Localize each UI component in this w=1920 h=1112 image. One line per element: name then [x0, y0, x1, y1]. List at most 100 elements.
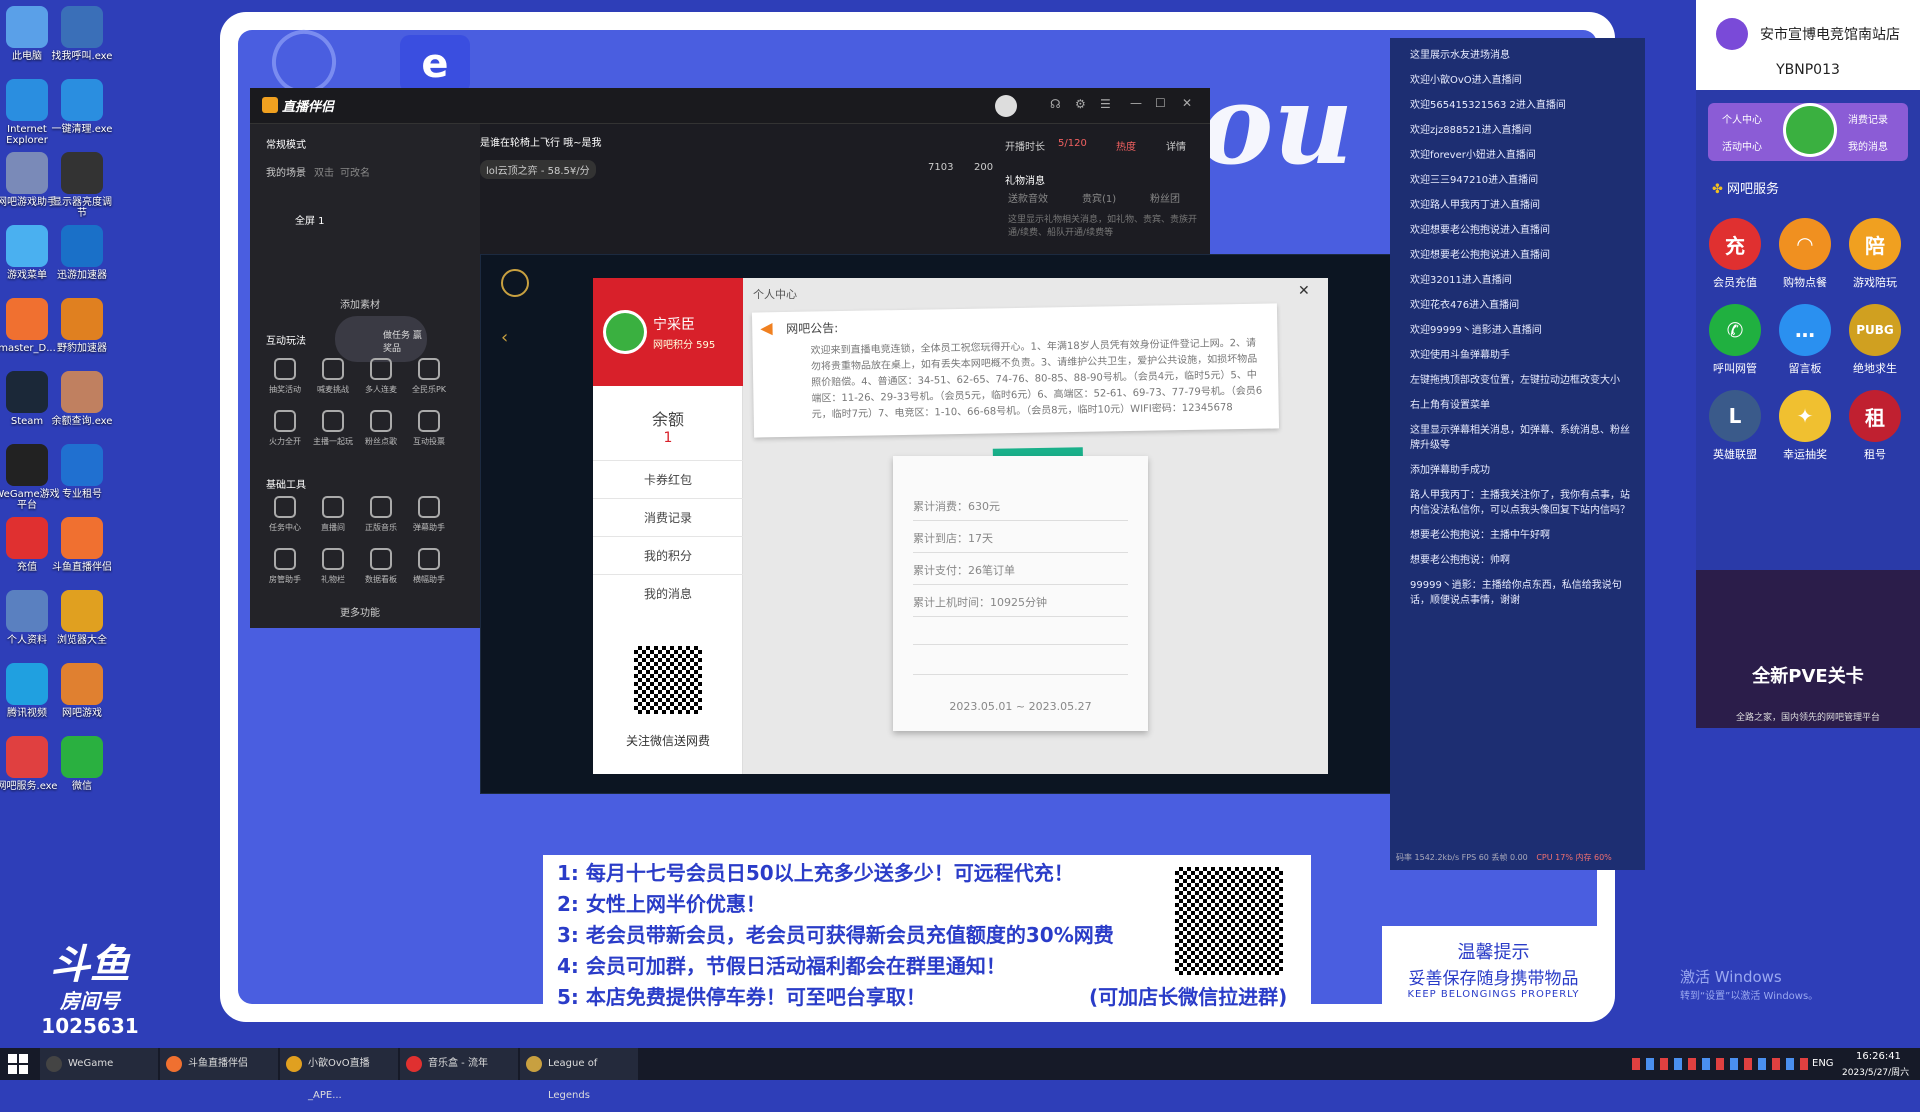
service-phone[interactable]: ✆ 呼叫网管 — [1702, 304, 1768, 376]
close-icon[interactable]: ✕ — [1298, 283, 1310, 299]
desktop-icon-label: 一键清理.exe — [51, 124, 113, 135]
headset-icon[interactable]: ☊ — [1050, 97, 1061, 111]
tool-button[interactable]: 互动投票 — [406, 410, 452, 447]
mode-select[interactable]: 常规模式 — [266, 136, 306, 151]
desktop-icon[interactable]: 微信 — [49, 736, 115, 792]
desktop-icon-label: 专业租号 — [62, 489, 102, 500]
chat-message: 路人甲我丙丁：主播我关注你了，我你有点事，站内信没法私信你，可以点我头像回复下站… — [1410, 490, 1630, 516]
menu-consumption[interactable]: 消费记录 — [593, 498, 743, 536]
category-text[interactable]: lol云顶之弈 - 58.5¥/分 — [480, 160, 596, 179]
service-recharge[interactable]: 充会员充值 — [1702, 218, 1768, 290]
tool-button[interactable]: 多人连麦 — [358, 358, 404, 395]
service-shopping[interactable]: ◠ 购物点餐 — [1772, 218, 1838, 290]
maximize-icon[interactable]: ☐ — [1155, 96, 1166, 110]
tool-button[interactable]: 全民乐PK — [406, 358, 452, 395]
minimize-icon[interactable]: — — [1130, 96, 1142, 110]
frog-icon — [1786, 106, 1834, 154]
gift-tab-2[interactable]: 贵宾(1) — [1082, 190, 1116, 205]
wechat-note: (可加店长微信拉进群) — [1089, 985, 1288, 1009]
video-icon — [6, 663, 48, 705]
tool-button[interactable]: 抽奖活动 — [262, 358, 308, 395]
tool-button[interactable]: 主播一起玩 — [310, 410, 356, 447]
service-lol[interactable]: L 英雄联盟 — [1702, 390, 1768, 462]
task-badge[interactable]: 做任务 赢奖品 — [335, 316, 427, 362]
clock-date[interactable]: 2023/5/27/周六 — [1842, 1065, 1909, 1078]
card-messages[interactable]: 我的消息 — [1848, 138, 1888, 153]
tool-button[interactable]: 礼物栏 — [310, 548, 356, 585]
service-rent[interactable]: 租租号 — [1842, 390, 1908, 462]
leopard-icon — [61, 298, 103, 340]
more-functions-link[interactable]: 更多功能 — [340, 604, 380, 619]
desktop-icon[interactable]: 找我呼叫.exe — [49, 6, 115, 62]
desktop-icon[interactable]: 一键清理.exe — [49, 79, 115, 135]
close-icon[interactable]: ✕ — [1182, 96, 1192, 110]
card-consumption[interactable]: 消费记录 — [1848, 111, 1888, 126]
tool-button[interactable]: 直播间 — [310, 496, 356, 533]
gift-tab-1[interactable]: 送款音效 — [1008, 190, 1048, 205]
tool-icon — [274, 410, 296, 432]
desktop-icon[interactable]: 浏览器大全 — [49, 590, 115, 646]
card-personal[interactable]: 个人中心 — [1722, 111, 1762, 126]
menu-points[interactable]: 我的积分 — [593, 536, 743, 574]
desktop-icon-label: 迅游加速器 — [57, 270, 107, 281]
stream-title-text[interactable]: 是谁在轮椅上飞行 哦~是我 — [480, 134, 602, 149]
stream-titlebar: 直播伴侣 ☊ ⚙ ☰ — ☐ ✕ — [250, 88, 1210, 124]
menu-coupons[interactable]: 卡券红包 — [593, 460, 743, 498]
menu-icon[interactable]: ☰ — [1100, 97, 1111, 111]
desktop-icon[interactable]: 专业租号 — [49, 444, 115, 500]
scene-item[interactable]: 全屏 1 — [295, 212, 325, 227]
avatar — [603, 310, 647, 354]
gift-tab-3[interactable]: 粉丝团 — [1150, 190, 1180, 205]
gift-panel: 送款音效 贵宾(1) 粉丝团 这里显示礼物相关消息，如礼物、贵宾、贵族开通/续费… — [1000, 184, 1210, 254]
start-button[interactable] — [8, 1054, 28, 1074]
taskbar-app-label: 音乐盒 - 流年 — [428, 1058, 488, 1069]
menu-messages[interactable]: 我的消息 — [593, 574, 743, 612]
tool-label: 弹幕助手 — [413, 523, 445, 532]
scene-tab-2[interactable]: 可改名 — [340, 164, 370, 179]
frog-icon — [606, 313, 644, 351]
service-companion[interactable]: 陪游戏陪玩 — [1842, 218, 1908, 290]
card-activity[interactable]: 活动中心 — [1722, 138, 1762, 153]
language-indicator[interactable]: ENG — [1812, 1058, 1834, 1069]
taskbar-app[interactable]: 小歆OvO直播_APE... — [280, 1048, 398, 1101]
promo-banner[interactable]: 全新PVE关卡 全路之家，国内领先的网吧管理平台 — [1696, 570, 1920, 728]
taskbar-app[interactable]: WeGame — [40, 1048, 158, 1080]
service-message[interactable]: … 留言板 — [1772, 304, 1838, 376]
scene-tab-1[interactable]: 双击 — [314, 164, 334, 179]
room-number: 1025631 — [41, 1014, 139, 1038]
service-label: 租号 — [1864, 448, 1886, 461]
service-pubg[interactable]: PUBG 绝地求生 — [1842, 304, 1908, 376]
desktop-icon[interactable]: 显示器亮度调节 — [49, 152, 115, 219]
tool-label: 礼物栏 — [321, 575, 345, 584]
taskbar-app[interactable]: 音乐盒 - 流年 — [400, 1048, 518, 1080]
likes-count: 200 — [974, 162, 994, 173]
tool-button[interactable]: 粉丝点歌 — [358, 410, 404, 447]
desktop-icon[interactable]: 野豹加速器 — [49, 298, 115, 354]
message-icon: … — [1779, 304, 1831, 356]
taskbar-app[interactable]: League of Legends — [520, 1048, 638, 1101]
user-card: 个人中心 消费记录 活动中心 我的消息 — [1708, 103, 1908, 161]
wechat-qr-code — [634, 646, 702, 714]
chat-message: 右上角有设置菜单 — [1410, 400, 1490, 411]
clock-time[interactable]: 16:26:41 — [1856, 1051, 1901, 1062]
tool-button[interactable]: 数据看板 — [358, 548, 404, 585]
douyu-companion-icon — [61, 517, 103, 559]
tool-button[interactable]: 横幅助手 — [406, 548, 452, 585]
desktop-icon[interactable]: 余额查询.exe — [49, 371, 115, 427]
desktop-icon[interactable]: 斗鱼直播伴侣 — [49, 517, 115, 573]
tool-button[interactable]: 任务中心 — [262, 496, 308, 533]
detail-link[interactable]: 详情 — [1166, 138, 1186, 153]
avatar[interactable] — [995, 95, 1017, 117]
add-source-button[interactable]: 添加素材 — [340, 296, 380, 311]
settings-icon[interactable]: ⚙ — [1075, 97, 1086, 111]
taskbar-app[interactable]: 斗鱼直播伴侣 — [160, 1048, 278, 1080]
tool-button[interactable]: 弹幕助手 — [406, 496, 452, 533]
back-icon[interactable]: ‹ — [501, 327, 508, 348]
tool-button[interactable]: 喊麦挑战 — [310, 358, 356, 395]
desktop-icon[interactable]: 迅游加速器 — [49, 225, 115, 281]
service-lottery[interactable]: ✦ 幸运抽奖 — [1772, 390, 1838, 462]
desktop-icon[interactable]: 网吧游戏 — [49, 663, 115, 719]
tool-button[interactable]: 房管助手 — [262, 548, 308, 585]
tool-button[interactable]: 火力全开 — [262, 410, 308, 447]
tool-button[interactable]: 正版音乐 — [358, 496, 404, 533]
